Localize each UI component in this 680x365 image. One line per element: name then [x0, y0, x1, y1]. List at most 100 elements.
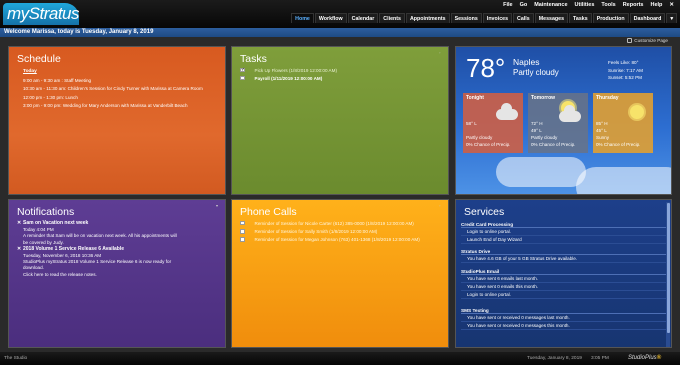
partly-cloudy-icon	[557, 101, 583, 123]
service-heading: SMS Texting	[461, 307, 666, 314]
forecast-tonight: Tonight 58° L Partly cloudy 0% Chance of…	[463, 93, 523, 153]
forecast-condition: Partly cloudy	[466, 135, 493, 140]
task-checkbox[interactable]	[240, 75, 245, 81]
tasks-panel: Tasks ◦ Pick Up Flowers (1/8/2019 12:00:…	[231, 46, 449, 195]
tab-clients[interactable]: Clients	[379, 13, 405, 23]
studio-name[interactable]: The Studio	[4, 356, 27, 361]
task-list: Pick Up Flowers (1/8/2019 12:00:00 AM) P…	[240, 66, 337, 82]
call-list: Reminder of Session for Nicole Carter (6…	[240, 219, 420, 244]
services-panel: Services Credit Card Processing Login to…	[455, 199, 672, 348]
menu-help[interactable]: Help	[650, 2, 662, 8]
service-heading: Credit Card Processing	[461, 221, 666, 228]
menu-go[interactable]: Go	[520, 2, 528, 8]
weather-city: Naples	[513, 57, 540, 67]
tab-calendar[interactable]: Calendar	[347, 13, 379, 23]
forecast-precip: 0% Chance of Precip.	[531, 142, 576, 147]
schedule-item[interactable]: 3:00 pm - 9:00 pm: Wedding for Mary Ande…	[23, 103, 203, 111]
release-notes-link[interactable]: Click here to read the release notes.	[17, 272, 219, 278]
panel-options-icon[interactable]: ◦	[439, 203, 444, 208]
customize-page-button[interactable]: Customize Page	[627, 38, 668, 43]
status-date: Tuesday, January 8, 2019	[527, 356, 582, 361]
tab-production[interactable]: Production	[592, 13, 629, 23]
cloud-icon	[496, 101, 518, 120]
phone-calls-panel: Phone Calls ◦ Reminder of Session for Ni…	[231, 199, 449, 348]
phone-calls-title: Phone Calls	[240, 206, 297, 218]
notification-list: ✕ Sam on Vacation next week Today 4:04 PM…	[17, 220, 219, 278]
tab-appointments[interactable]: Appointments	[405, 13, 450, 23]
task-item: Payroll (1/11/2019 12:00:00 AM)	[240, 74, 337, 82]
status-time: 3:05 PM	[591, 356, 609, 361]
top-menu: File Go Maintenance Utilities Tools Repo…	[503, 2, 674, 8]
task-label[interactable]: Pick Up Flowers (1/8/2019 12:00:00 AM)	[255, 68, 337, 73]
service-stratus-drive: Stratus Drive You have 4.6 GB of your 5 …	[461, 248, 666, 263]
schedule-panel: Schedule Today 9:00 am - 9:30 am : Staff…	[8, 46, 226, 195]
notifications-panel: Notifications ▾ ✕ Sam on Vacation next we…	[8, 199, 226, 348]
schedule-item[interactable]: 10:30 am - 11:30 am: Children's Session …	[23, 86, 203, 94]
call-checkbox[interactable]	[240, 237, 245, 242]
menu-reports[interactable]: Reports	[623, 2, 644, 8]
call-checkbox[interactable]	[240, 229, 245, 234]
call-item: Reminder of Session for Nicole Carter (6…	[240, 219, 420, 227]
brand-mark: ®	[656, 355, 662, 361]
tab-calls[interactable]: Calls	[513, 13, 534, 23]
forecast-day: Tonight	[466, 95, 484, 101]
sunrise: Sunrise: 7:17 AM	[608, 67, 643, 73]
call-item: Reminder of Session for Sally Smith (1/8…	[240, 227, 420, 235]
menu-maintenance[interactable]: Maintenance	[534, 2, 567, 8]
tab-invoices[interactable]: Invoices	[482, 13, 513, 23]
forecast-precip: 0% Chance of Precip.	[466, 142, 511, 147]
call-label[interactable]: Reminder of Session for Sally Smith (1/8…	[255, 229, 378, 234]
menu-utilities[interactable]: Utilities	[575, 2, 595, 8]
service-line: You have sent 6 emails last month.	[461, 275, 666, 283]
tab-more-dropdown[interactable]: ▾	[666, 13, 677, 23]
feels-like: Feels Like: 80°	[608, 60, 639, 65]
forecast-precip: 0% Chance of Precip.	[596, 142, 641, 147]
menu-file[interactable]: File	[503, 2, 512, 8]
service-link[interactable]: Login to online portal.	[461, 228, 666, 236]
call-checkbox[interactable]	[240, 220, 245, 226]
tab-dashboard[interactable]: Dashboard	[629, 13, 666, 23]
schedule-day-label: Today	[23, 69, 37, 74]
task-label[interactable]: Payroll (1/11/2019 12:00:00 AM)	[255, 76, 323, 81]
task-checkbox[interactable]	[240, 67, 245, 72]
notification-title-text: Sam on Vacation next week	[23, 220, 89, 226]
scrollbar-thumb[interactable]	[666, 203, 670, 333]
notification-title[interactable]: ✕ Sam on Vacation next week	[17, 220, 219, 227]
schedule-list: 9:00 am - 9:30 am : Staff Meeting 10:30 …	[23, 78, 203, 111]
call-item: Reminder of Session for Megan Johnson (7…	[240, 236, 420, 244]
background-cloud	[576, 167, 671, 194]
tab-tasks[interactable]: Tasks	[569, 13, 592, 23]
call-label[interactable]: Reminder of Session for Nicole Carter (6…	[255, 221, 414, 226]
forecast-tomorrow: Tomorrow 72° H 49° L Partly cloudy 0% Ch…	[528, 93, 588, 153]
weather-panel: 78° Naples Partly cloudy Feels Like: 80°…	[455, 46, 672, 195]
forecast-hi: 72° H	[531, 121, 543, 126]
weather-details: Feels Like: 80° Sunrise: 7:17 AM Sunset:…	[608, 59, 643, 82]
call-label[interactable]: Reminder of Session for Megan Johnson (7…	[255, 237, 420, 242]
studioplus-logo: StudioPlus®	[628, 355, 661, 361]
notification-title[interactable]: ✕ 2018 Volume 1 Service Release 6 Availab…	[17, 246, 219, 253]
service-line: You have sent or received 0 messages thi…	[461, 322, 666, 330]
tab-home[interactable]: Home	[291, 13, 314, 23]
welcome-banner: Welcome Marissa, today is Tuesday, Janua…	[0, 28, 680, 37]
service-link[interactable]: Login to online portal.	[461, 291, 666, 299]
weather-condition: Partly cloudy	[513, 68, 559, 77]
tab-messages[interactable]: Messages	[534, 13, 569, 23]
notification-title-text: 2018 Volume 1 Service Release 6 Availabl…	[23, 245, 124, 252]
menu-tools[interactable]: Tools	[601, 2, 615, 8]
service-sms: SMS Texting You have sent or received 0 …	[461, 307, 666, 330]
forecast-hi: 85° H	[596, 121, 608, 126]
nav-tabs: Home Workflow Calendar Clients Appointme…	[291, 13, 677, 23]
forecast-hi: 58° L	[466, 121, 477, 126]
panel-options-icon[interactable]: ▾	[216, 203, 221, 208]
close-icon[interactable]: ✕	[669, 2, 674, 8]
schedule-item[interactable]: 12:00 pm - 1:30 pm: Lunch	[23, 95, 203, 103]
forecast-day: Tomorrow	[531, 95, 556, 101]
service-line: You have 4.6 GB of your 5 GB Stratus Dri…	[461, 255, 666, 263]
current-temperature: 78°	[466, 53, 506, 83]
tab-workflow[interactable]: Workflow	[314, 13, 347, 23]
app-logo: myStratus	[3, 3, 80, 25]
tab-sessions[interactable]: Sessions	[450, 13, 482, 23]
service-link[interactable]: Launch End of Day Wizard	[461, 236, 666, 244]
panel-options-icon[interactable]: ◦	[439, 50, 444, 55]
schedule-item[interactable]: 9:00 am - 9:30 am : Staff Meeting	[23, 78, 203, 86]
